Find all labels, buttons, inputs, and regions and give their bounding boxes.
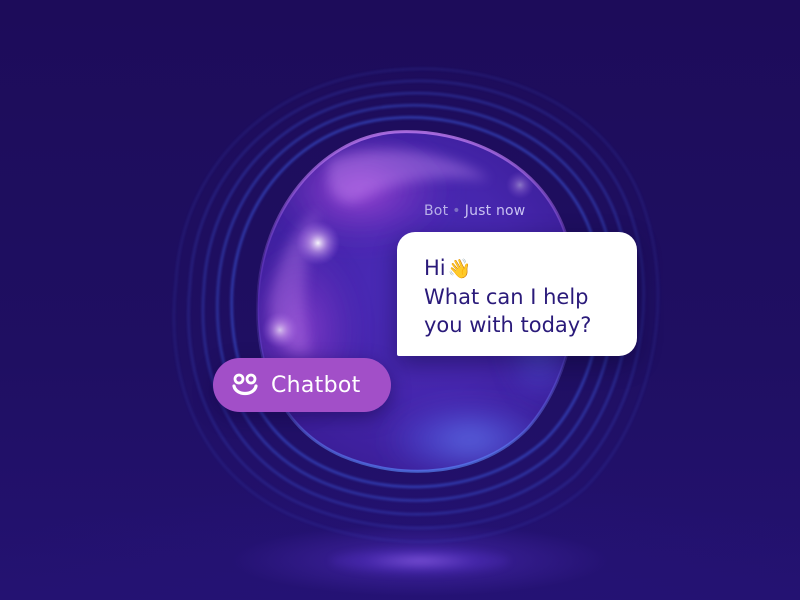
message-line-3: you with today? (424, 313, 592, 337)
sender-name: Bot (424, 203, 449, 219)
greeting-text: Hi (424, 256, 446, 280)
message-meta: Bot • Just now (424, 203, 525, 219)
message-line-1: Hi 👋 (424, 254, 637, 283)
waving-hand-icon: 👋 (447, 258, 472, 280)
chatbot-illustration: Bot • Just now Hi 👋 What can I help you wit… (0, 0, 800, 600)
chatbot-badge[interactable]: Chatbot (213, 358, 391, 412)
chatbot-badge-label: Chatbot (271, 372, 361, 398)
chat-message-bubble: Hi 👋 What can I help you with today? (397, 232, 637, 356)
message-line-2: What can I help (424, 285, 589, 309)
smiley-face-icon (232, 373, 258, 396)
message-timestamp: Just now (464, 203, 526, 219)
meta-separator: • (452, 203, 461, 219)
